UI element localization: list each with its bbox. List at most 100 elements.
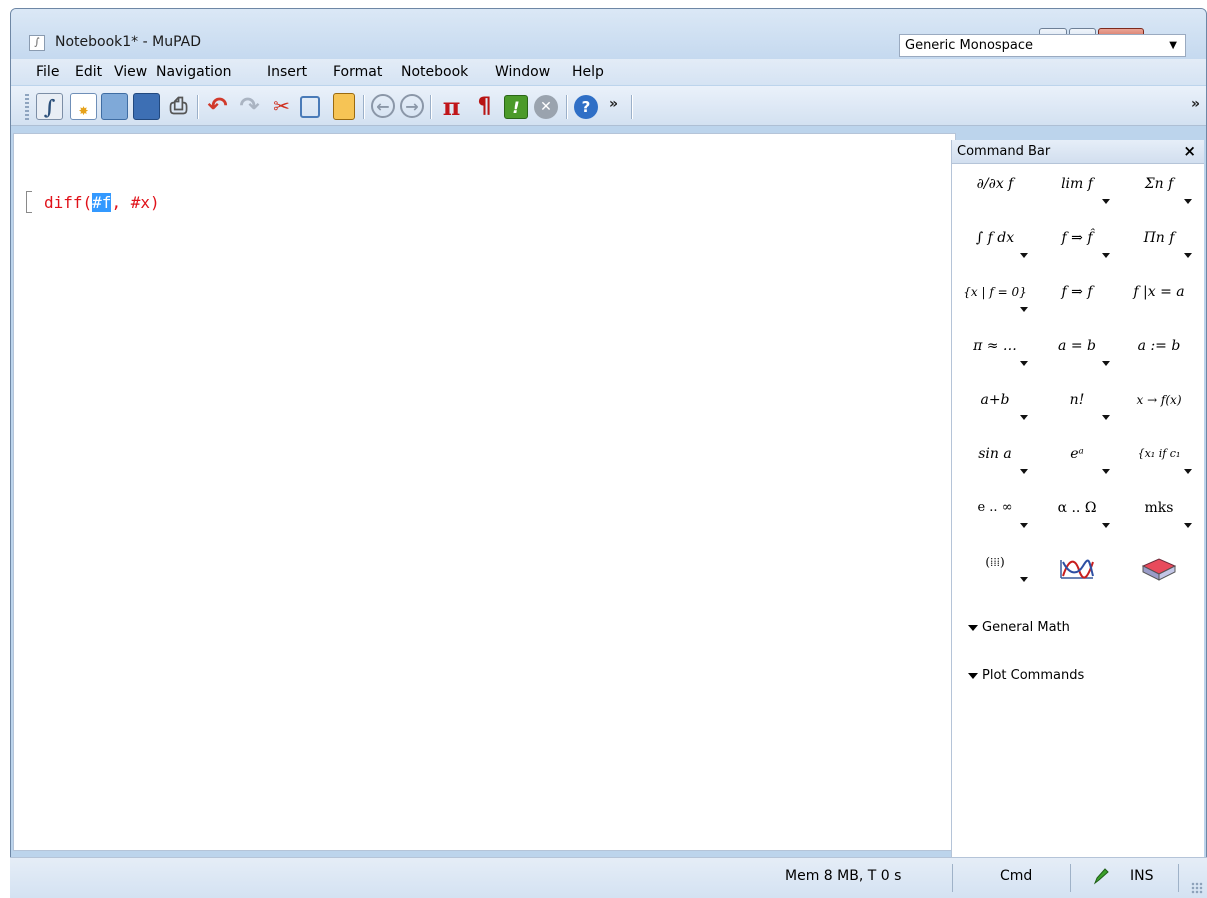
copy-icon[interactable] (300, 96, 320, 118)
help-icon[interactable]: ? (574, 95, 598, 119)
status-insert-mode: INS (1130, 868, 1154, 884)
cmd-approximate-button[interactable]: π ≈ … (956, 332, 1034, 376)
close-icon[interactable]: × (1183, 142, 1196, 160)
cmd-factorial-button[interactable]: n! (1038, 386, 1116, 430)
input-region-bracket[interactable] (26, 191, 32, 213)
menu-help[interactable]: Help (572, 64, 604, 80)
cmd-transform-button[interactable]: f ⇒ f̂ (1038, 224, 1116, 268)
toolbar-grip[interactable] (25, 94, 29, 120)
cmd-matrix-button[interactable]: (⁞⁞⁞) (956, 548, 1034, 592)
status-memory: Mem 8 MB, T 0 s (785, 868, 902, 884)
chevron-down-icon (1020, 577, 1028, 582)
cmd-assign-button[interactable]: a := b (1120, 332, 1198, 376)
chevron-down-icon (1102, 523, 1110, 528)
chevron-down-icon (1184, 253, 1192, 258)
cmd-integrate-button[interactable]: ∫ f dx (956, 224, 1034, 268)
forward-icon[interactable]: → (400, 94, 424, 118)
section-plot-commands[interactable]: Plot Commands (967, 668, 1084, 683)
chevron-down-icon (1184, 469, 1192, 474)
chevron-down-icon (1020, 253, 1028, 258)
new-notebook-icon[interactable]: ∫ (36, 93, 63, 120)
input-text-suffix: , #x) (111, 193, 160, 212)
chevron-down-icon (1102, 415, 1110, 420)
toolbar-separator (430, 95, 431, 119)
chevron-down-icon (1184, 199, 1192, 204)
status-separator (1070, 864, 1071, 892)
menu-view[interactable]: View (114, 64, 147, 80)
chevron-down-icon (1020, 361, 1028, 366)
cmd-units-button[interactable]: mks (1120, 494, 1198, 538)
toolbar-separator (566, 95, 567, 119)
chevron-down-icon (1102, 253, 1110, 258)
cmd-solve-button[interactable]: {x | f = 0} (956, 278, 1034, 322)
chevron-down-icon (1020, 469, 1028, 474)
status-separator (952, 864, 953, 892)
cmd-plot-3d-button[interactable] (1120, 548, 1198, 592)
menu-window[interactable]: Window (495, 64, 550, 80)
evaluate-icon[interactable]: ! (504, 95, 528, 119)
menu-notebook[interactable]: Notebook (401, 64, 468, 80)
status-bar: Mem 8 MB, T 0 s Cmd INS (10, 857, 1207, 898)
notebook-document[interactable]: diff(#f, #x) (13, 133, 956, 851)
input-region[interactable]: diff(#f, #x) (44, 193, 160, 212)
new-editor-icon[interactable]: ✸ (70, 93, 97, 120)
window-title: Notebook1* - MuPAD (55, 34, 201, 50)
open-icon[interactable] (101, 93, 128, 120)
cmd-product-button[interactable]: Πn f (1120, 224, 1198, 268)
insert-calculation-icon[interactable]: π (438, 93, 465, 120)
cmd-exponential-button[interactable]: eᵃ (1038, 440, 1116, 484)
menu-navigation[interactable]: Navigation (156, 64, 232, 80)
cmd-differentiate-button[interactable]: ∂/∂x f (956, 170, 1034, 214)
chevron-down-icon (1020, 307, 1028, 312)
input-text-prefix: diff( (44, 193, 93, 212)
main-toolbar: ∫ ✸ ⎙ ↶ ↷ ✂ ← → π ¶ ! ✕ ? » » (11, 86, 1206, 126)
font-select[interactable]: Generic Monospace ▼ (899, 34, 1186, 57)
cmd-limit-button[interactable]: lim f (1038, 170, 1116, 214)
cmd-trig-button[interactable]: sin a (956, 440, 1034, 484)
input-selected-placeholder[interactable]: #f (92, 193, 112, 212)
section-general-math[interactable]: General Math (968, 620, 1070, 635)
cmd-plot-2d-button[interactable] (1038, 548, 1116, 592)
plot-3d-icon (1141, 558, 1177, 581)
cmd-piecewise-button[interactable]: {x₁ if c₁ (1120, 440, 1198, 484)
cmd-evaluate-at-button[interactable]: f |x = a (1120, 278, 1198, 322)
toolbar-overflow-chevron[interactable]: » (609, 96, 618, 112)
cmd-arithmetic-button[interactable]: a+b (956, 386, 1034, 430)
chevron-down-icon (1184, 523, 1192, 528)
undo-icon[interactable]: ↶ (204, 93, 231, 120)
toolbar-separator (631, 95, 632, 119)
cmd-greek-button[interactable]: α .. Ω (1038, 494, 1116, 538)
chevron-down-icon (1102, 361, 1110, 366)
chevron-down-icon (1020, 415, 1028, 420)
font-select-value: Generic Monospace (905, 38, 1034, 53)
menu-file[interactable]: File (36, 64, 59, 80)
mupad-app-icon: ∫ (29, 35, 45, 51)
status-separator (1178, 864, 1179, 892)
chevron-down-icon (1020, 523, 1028, 528)
status-mode: Cmd (1000, 868, 1033, 884)
cut-icon[interactable]: ✂ (268, 93, 295, 120)
paste-icon[interactable] (333, 93, 355, 120)
save-icon[interactable] (133, 93, 160, 120)
cmd-equation-button[interactable]: a = b (1038, 332, 1116, 376)
toolbar-separator (197, 95, 198, 119)
menu-edit[interactable]: Edit (75, 64, 102, 80)
cmd-sum-button[interactable]: Σn f (1120, 170, 1198, 214)
cmd-simplify-button[interactable]: f ⇒ f (1038, 278, 1116, 322)
stop-icon[interactable]: ✕ (534, 95, 558, 119)
insert-text-icon[interactable]: ¶ (471, 93, 498, 120)
menu-format[interactable]: Format (333, 64, 382, 80)
cmd-function-button[interactable]: x → f(x) (1120, 386, 1198, 430)
menu-insert[interactable]: Insert (267, 64, 307, 80)
command-bar-header: Command Bar × (952, 140, 1204, 164)
pencil-icon (1093, 868, 1109, 885)
resize-grip[interactable] (1191, 882, 1203, 894)
back-icon[interactable]: ← (371, 94, 395, 118)
toolbar-overflow-chevron-2[interactable]: » (1191, 96, 1200, 112)
plot-2d-icon (1060, 559, 1094, 579)
chevron-down-icon (1102, 469, 1110, 474)
print-icon[interactable]: ⎙ (165, 93, 192, 120)
redo-icon[interactable]: ↷ (236, 93, 263, 120)
cmd-constants-button[interactable]: e .. ∞ (956, 494, 1034, 538)
command-bar-panel: Command Bar × ∂/∂x f lim f Σn f ∫ f dx f… (951, 140, 1204, 857)
